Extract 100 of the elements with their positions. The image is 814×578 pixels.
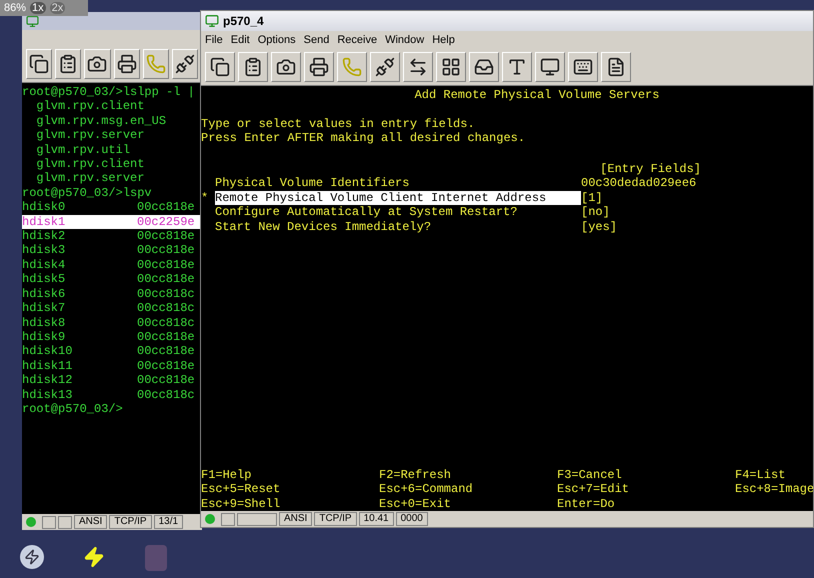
zoom-level: 86%	[4, 0, 26, 16]
function-key-hint: Enter=Do	[557, 496, 616, 511]
status-text: 13/1	[154, 515, 184, 529]
terminal-line: root@p570_03/>lspv	[22, 186, 153, 200]
zoom-button[interactable]: 1x	[30, 2, 46, 14]
status-text: TCP/IP	[109, 515, 152, 529]
menu-item[interactable]: Window	[385, 32, 424, 48]
field-label[interactable]: Start New Devices Immediately?	[215, 220, 581, 234]
terminal-icon	[205, 14, 219, 28]
disk-row[interactable]: hdisk4 00cc818e	[22, 258, 202, 272]
printer-icon	[116, 54, 137, 74]
screen-heading: Add Remote Physical Volume Servers	[414, 88, 660, 102]
disk-row[interactable]: hdisk8 00cc818c	[22, 316, 202, 330]
status-text: 0000	[396, 512, 428, 526]
column-header: [Entry Fields]	[600, 162, 701, 176]
terminal-line: glvm.rpv.server	[35, 171, 146, 186]
monitor-icon	[540, 57, 560, 77]
toolbar-button[interactable]	[601, 52, 631, 82]
menu-item[interactable]: File	[205, 32, 223, 48]
camera-icon	[276, 57, 296, 77]
phone-icon	[146, 54, 166, 74]
disk-row[interactable]: hdisk3 00cc818e	[22, 243, 202, 258]
window-title: p570_4	[223, 13, 264, 30]
status-light-icon	[26, 517, 36, 527]
phone-icon	[342, 57, 362, 77]
toolbar-button[interactable]	[304, 52, 334, 82]
terminal-line: glvm.rpv.server	[35, 128, 146, 143]
field-label[interactable]: Physical Volume Identifiers	[215, 176, 581, 190]
copy-icon	[210, 57, 230, 77]
function-key-hint: Esc+0=Exit	[379, 496, 452, 511]
toolbar-button[interactable]	[436, 52, 466, 82]
toolbar-button[interactable]	[502, 52, 532, 82]
clipboard-icon	[58, 54, 78, 74]
required-marker: *	[201, 190, 208, 205]
desktop-shortcut-icon[interactable]	[82, 545, 106, 569]
function-key-hint: Esc+5=Reset	[201, 482, 282, 496]
disk-row[interactable]: hdisk1 00c2259e	[22, 214, 202, 230]
toolbar-button[interactable]	[535, 52, 565, 82]
text-icon	[507, 57, 527, 77]
toolbar-button[interactable]	[172, 49, 198, 79]
printer-icon	[309, 57, 329, 77]
disk-row[interactable]: hdisk7 00cc818c	[22, 301, 202, 316]
toolbar-button[interactable]	[271, 52, 301, 82]
function-key-hint: F2=Refresh	[379, 468, 452, 482]
disk-row[interactable]: hdisk9 00cc818e	[22, 330, 202, 344]
function-key-hint: F4=List	[735, 468, 786, 482]
field-label[interactable]: Configure Automatically at System Restart?	[215, 205, 581, 220]
clipboard-icon	[243, 57, 263, 77]
disk-row[interactable]: hdisk5 00cc818e	[22, 272, 202, 287]
field-label[interactable]: Remote Physical Volume Client Internet Address	[215, 190, 581, 205]
toolbar-button[interactable]	[114, 49, 140, 79]
disk-row[interactable]: hdisk13 00cc818c	[22, 388, 202, 402]
disk-row[interactable]: hdisk11 00cc818e	[22, 358, 202, 374]
toolbar-button[interactable]	[55, 49, 82, 79]
disk-row[interactable]: hdisk12 00cc818e	[22, 373, 202, 388]
grid-icon	[441, 57, 461, 77]
status-light-icon	[205, 514, 215, 524]
instruction-line: Press Enter AFTER making all desired changes.	[201, 131, 526, 146]
zoom-button[interactable]: 2x	[50, 2, 66, 14]
status-pane	[58, 516, 72, 528]
status-pane	[42, 516, 56, 528]
camera-icon	[87, 54, 108, 74]
disk-row[interactable]: hdisk6 00cc818c	[22, 286, 202, 302]
toolbar-button[interactable]	[370, 52, 400, 82]
menu-item[interactable]: Receive	[337, 32, 378, 48]
toolbar-button[interactable]	[26, 49, 52, 79]
terminal-line: glvm.rpv.client	[35, 157, 146, 172]
toolbar-button[interactable]	[84, 49, 111, 79]
toolbar-button[interactable]	[238, 52, 268, 82]
toolbar-button[interactable]	[469, 52, 499, 82]
status-text: 10.41	[358, 512, 394, 526]
desktop-shortcut-icon[interactable]	[20, 545, 44, 569]
field-value[interactable]: 00c30dedad029ee6	[581, 176, 696, 190]
status-text: ANSI	[279, 512, 312, 526]
terminal-line: glvm.rpv.msg.en_US	[35, 114, 168, 128]
toolbar-button[interactable]	[568, 52, 598, 82]
disk-row[interactable]: hdisk0 00cc818e	[22, 200, 202, 215]
plug-icon	[174, 54, 195, 74]
menu-item[interactable]: Help	[432, 32, 455, 48]
field-value[interactable]: [1]	[581, 190, 603, 205]
disk-row[interactable]: hdisk10 00cc818e	[22, 344, 202, 359]
arrows-icon	[408, 57, 428, 77]
terminal-icon	[26, 14, 39, 28]
menu-item[interactable]: Options	[258, 32, 296, 48]
menu-item[interactable]: Edit	[230, 32, 250, 48]
field-value[interactable]: [yes]	[581, 220, 618, 234]
toolbar-button[interactable]	[205, 52, 235, 82]
instruction-line: Type or select values in entry fields.	[201, 116, 476, 131]
field-value[interactable]: [no]	[581, 205, 610, 220]
function-key-hint: F1=Help	[201, 468, 252, 482]
menu-item[interactable]: Send	[304, 32, 330, 48]
toolbar-button[interactable]	[403, 52, 433, 82]
terminal-prompt: root@p570_03/>	[22, 402, 124, 416]
disk-row[interactable]: hdisk2 00cc818e	[22, 229, 202, 244]
function-key-hint: Esc+9=Shell	[201, 496, 282, 511]
status-pane	[221, 512, 235, 526]
keyboard-icon	[573, 57, 593, 77]
status-text: TCP/IP	[314, 512, 357, 526]
terminal-line: glvm.rpv.client	[35, 99, 146, 114]
function-key-hint: Esc+7=Edit	[557, 482, 630, 496]
